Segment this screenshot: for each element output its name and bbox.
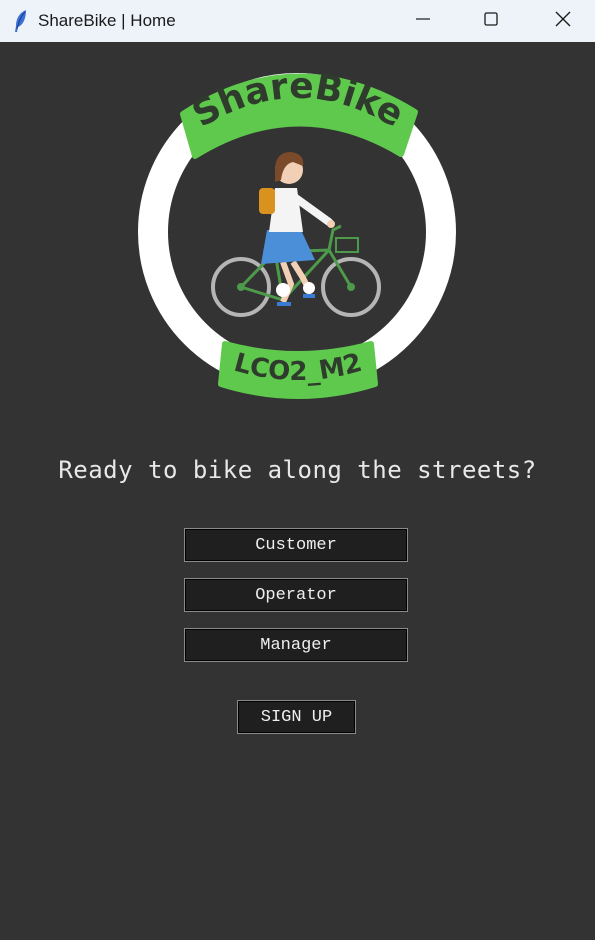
- feather-icon: [12, 9, 30, 33]
- customer-button[interactable]: Customer: [184, 528, 408, 562]
- title-bar[interactable]: ShareBike | Home: [0, 0, 595, 42]
- minimize-icon: [416, 12, 430, 31]
- window-title: ShareBike | Home: [38, 11, 176, 30]
- operator-button[interactable]: Operator: [184, 578, 408, 612]
- sharebike-logo: ShareBike LCO2_M2: [133, 52, 463, 404]
- close-icon: [555, 11, 571, 32]
- minimize-button[interactable]: [400, 0, 446, 42]
- manager-button[interactable]: Manager: [184, 628, 408, 662]
- tagline: Ready to bike along the streets?: [58, 456, 537, 484]
- close-button[interactable]: [540, 0, 586, 42]
- maximize-icon: [484, 11, 498, 31]
- maximize-button[interactable]: [468, 0, 514, 42]
- sign-up-button[interactable]: SIGN UP: [237, 700, 356, 734]
- app-window: ShareBike | Home ShareBike LCO2_M2 Ready…: [0, 0, 595, 940]
